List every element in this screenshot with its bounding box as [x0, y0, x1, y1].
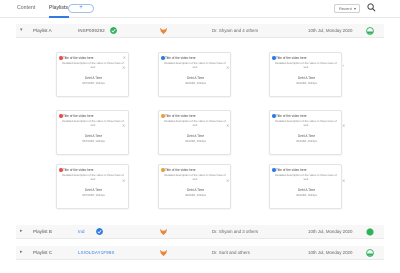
fox-icon [159, 27, 168, 35]
video-description: Detailed description of the video in thr… [164, 173, 226, 181]
chevron-right-icon[interactable]: ▸ [20, 249, 23, 255]
video-card[interactable]: Title of the video here Detailed descrip… [269, 164, 342, 209]
video-card[interactable]: Title of the video here Detailed descrip… [56, 164, 129, 209]
search-icon[interactable] [367, 3, 376, 12]
playlist-people: Dr. Shyam and 4 others [212, 28, 259, 33]
status-icon [366, 27, 374, 35]
close-icon[interactable]: ✕ [123, 55, 126, 60]
add-playlist-button[interactable]: + [68, 4, 94, 13]
video-card[interactable]: Title of the video here Detailed descrip… [158, 52, 231, 97]
tab-content[interactable]: Content [17, 5, 35, 11]
video-description: Detailed description of the video in thr… [275, 61, 337, 69]
remove-icon[interactable]: ✕ [342, 178, 345, 183]
video-title: Title of the video here [276, 56, 307, 60]
status-icon [366, 228, 374, 236]
video-kind: Debt A Time [84, 188, 103, 192]
video-description: Detailed description of the video in thr… [275, 173, 337, 181]
verified-check-icon [110, 27, 117, 34]
playlist-videos: Title of the video here ✕ Detailed descr… [16, 44, 384, 220]
playlist-row-a[interactable]: ▾ Playlist A INSP009292 Dr. Shyam and 4 … [16, 24, 384, 38]
video-card[interactable]: Title of the video here Detailed descrip… [269, 52, 342, 97]
video-card[interactable]: Title of the video here Detailed descrip… [56, 110, 129, 155]
remove-icon[interactable]: ✕ [226, 65, 229, 70]
sort-select[interactable]: Recent ▾ [334, 4, 360, 13]
video-kind: Debt A Time [84, 134, 103, 138]
video-meta: 4K2048, 1024px [184, 193, 207, 197]
chevron-right-icon[interactable]: ▸ [20, 228, 23, 234]
video-meta: 3ST2048, 1024px [82, 81, 105, 85]
remove-icon[interactable]: ✕ [226, 123, 229, 128]
playlist-people: Dr. Shyam and 3 others [212, 229, 259, 234]
video-card[interactable]: Title of the video here ✕ Detailed descr… [56, 52, 129, 97]
video-meta: 3ST2048, 1024px [82, 193, 105, 197]
playlist-name: Playlist B [33, 229, 52, 234]
video-title: Title of the video here [63, 56, 94, 60]
chevron-down-icon: ▾ [353, 6, 356, 11]
playlist-code: INSP009292 [78, 28, 105, 33]
video-card[interactable]: Title of the video here Detailed descrip… [158, 164, 231, 209]
playlist-date: 10th Jul, Monday 2020 [308, 28, 353, 33]
remove-icon[interactable]: ✕ [342, 123, 345, 128]
video-kind: Debt A Time [186, 134, 205, 138]
sort-value: Recent [339, 6, 352, 11]
verified-check-icon [96, 228, 103, 235]
video-description: Detailed description of the video in thr… [62, 61, 124, 69]
video-title: Title of the video here [165, 114, 196, 118]
video-meta: 4K2048, 1024px [295, 193, 318, 197]
remove-icon[interactable]: ✕ [122, 65, 125, 70]
video-description: Detailed description of the video in thr… [164, 119, 226, 127]
status-icon [366, 249, 374, 257]
playlist-date: 10th Jul, Monday 2020 [308, 229, 353, 234]
video-description: Detailed description of the video in thr… [62, 119, 124, 127]
video-kind: Debt A Time [297, 188, 316, 192]
video-title: Title of the video here [276, 114, 307, 118]
video-description: Detailed description of the video in thr… [164, 61, 226, 69]
video-title: Title of the video here [276, 168, 307, 172]
chevron-down-icon[interactable]: ▾ [20, 27, 23, 33]
playlist-name: Playlist C [33, 250, 53, 255]
video-description: Detailed description of the video in thr… [62, 173, 124, 181]
video-kind: Debt A Time [297, 76, 316, 80]
remove-icon[interactable]: + [342, 63, 344, 68]
video-title: Title of the video here [165, 56, 196, 60]
active-tab-indicator [49, 16, 69, 18]
fox-icon [159, 228, 168, 236]
playlist-people: Dr. Surit and others [212, 250, 250, 255]
video-meta: 4K2048, 1024px [184, 139, 207, 143]
video-meta: 3ST2048, 1024px [82, 139, 105, 143]
remove-icon[interactable]: ✕ [122, 178, 125, 183]
video-kind: Debt A Time [84, 76, 103, 80]
playlist-date: 10th Jul, Monday 2020 [308, 250, 353, 255]
video-kind: Debt A Time [186, 76, 205, 80]
remove-icon[interactable]: ✕ [122, 123, 125, 128]
playlist-code[interactable]: Ind [78, 229, 85, 234]
video-description: Detailed description of the video in thr… [275, 119, 337, 127]
video-title: Title of the video here [63, 114, 94, 118]
tab-playlists[interactable]: Playlists [49, 5, 68, 11]
remove-icon[interactable]: ✕ [226, 178, 229, 183]
video-title: Title of the video here [165, 168, 196, 172]
video-card[interactable]: Title of the video here Detailed descrip… [269, 110, 342, 155]
fox-icon [159, 249, 168, 257]
video-title: Title of the video here [63, 168, 94, 172]
video-kind: Debt A Time [186, 188, 205, 192]
video-kind: Debt A Time [297, 134, 316, 138]
playlist-row-b[interactable]: ▸ Playlist B Ind Dr. Shyam and 3 others … [16, 225, 384, 239]
video-meta: 4K2048, 1024px [295, 139, 318, 143]
playlist-row-c[interactable]: ▸ Playlist C LXIOLDAY1F99X Dr. Surit and… [16, 246, 384, 260]
playlist-name: Playlist A [33, 28, 52, 33]
top-bar: Content Playlists + Recent ▾ [0, 0, 400, 18]
playlist-code[interactable]: LXIOLDAY1F99X [78, 250, 115, 255]
video-meta: 4K2048, 1024px [295, 81, 318, 85]
video-card[interactable]: Title of the video here Detailed descrip… [158, 110, 231, 155]
video-meta: 4K2048, 1024px [184, 81, 207, 85]
